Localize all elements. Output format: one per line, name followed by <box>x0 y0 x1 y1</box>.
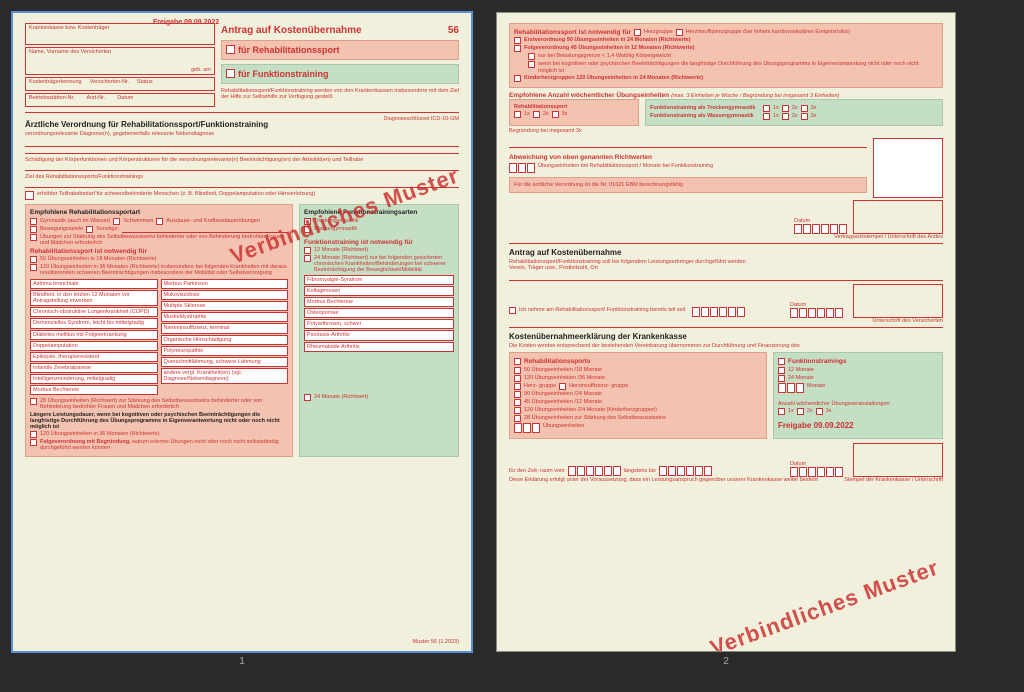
page-2[interactable]: Verbindliches Muster Rehabilitationsspor… <box>496 12 956 652</box>
condition-item: Morbus Bechterew <box>30 385 158 395</box>
condition-item: Intelligenzminderung, mittelgradig <box>30 374 158 384</box>
condition-item: Multiple Sklerose <box>161 301 289 311</box>
icd-label: Diagnoseschlüssel ICD-10-GM <box>384 116 460 137</box>
freigabe-stamp-2: Freigabe 09.09.2022 <box>778 421 938 430</box>
verordnung-title: Ärztliche Verordnung für Rehabilitations… <box>25 120 268 129</box>
label-arzt: Arzt-Nr. <box>87 95 106 105</box>
watermark-icon: Verbindliches Muster <box>707 555 943 652</box>
label-geb: geb. am <box>191 67 211 73</box>
condition-item: Polyneuropathie <box>161 346 289 356</box>
condition-item: andere vergl. Krankheit(en) (vgl. Diagno… <box>161 368 289 384</box>
label-vers-nr: Versicherten-Nr. <box>90 79 129 89</box>
blank-box <box>873 138 943 198</box>
condition-item: Fibromyalgie-Syndrom <box>304 275 454 285</box>
kk-foot: Diese Erklärung erfolgt unter der Voraus… <box>509 477 818 483</box>
signature-krankenkasse[interactable] <box>853 443 943 477</box>
label-datum: Datum <box>117 95 133 105</box>
page-number-2: 2 <box>723 656 729 667</box>
herz-box: Rehabilitationssport ist notwendig für H… <box>509 23 943 88</box>
label-name: Name, Vorname des Versicherten <box>29 49 111 73</box>
page-2-wrapper: Verbindliches Muster Rehabilitationsspor… <box>496 12 956 667</box>
condition-item: Niereninsuffizienz, terminal <box>161 323 289 333</box>
condition-item: Psoriasis-Arthritis <box>304 330 454 340</box>
condition-item: Blindheit, in den letzten 12 Monaten vor… <box>30 290 158 306</box>
form-number: 56 <box>448 25 459 36</box>
opt-reha-sport[interactable]: für Rehabilitationssport <box>221 40 459 60</box>
condition-item: Muskeldystrophie <box>161 312 289 322</box>
funk-box: Empfohlene Funktionstrainingsarten Trock… <box>299 204 459 457</box>
label-status: Status <box>137 79 153 89</box>
condition-item: Morbus Parkinson <box>161 279 289 289</box>
signature-doctor[interactable] <box>853 200 943 234</box>
signature-insured[interactable] <box>853 284 943 318</box>
condition-item: Chronisch-obstruktive Lungenkrankheit (C… <box>30 307 158 317</box>
label-betrieb: Betriebsstätten-Nr. <box>29 95 75 105</box>
antrag-title: Antrag auf Kostenübernahme <box>509 248 943 257</box>
condition-item: Mukoviszidose <box>161 290 289 300</box>
condition-item: Doppelamputation <box>30 341 158 351</box>
kk-title: Kostenübernahmeerklärung der Krankenkass… <box>509 332 943 341</box>
label-krankenkasse: Krankenkasse bzw. Kostenträger <box>29 25 109 43</box>
condition-item: Morbus Bechterew <box>304 297 454 307</box>
condition-item: Kollagenosen <box>304 286 454 296</box>
checkbox-icon[interactable] <box>226 45 235 54</box>
muster-footnote: Muster 56 (1.2023) <box>413 639 459 645</box>
opt-funktionstraining[interactable]: für Funktionstraining <box>221 64 459 84</box>
checkbox-icon[interactable] <box>226 69 235 78</box>
condition-item: Querschnittlähmung, schwere Lähmung <box>161 357 289 367</box>
reha-box-title: Empfohlene Rehabilitationssportart <box>30 209 288 216</box>
kk-funk-col: Funktionstrainings 12 Monate 24 Monate M… <box>773 352 943 438</box>
condition-item: Infantile Zerebralparese <box>30 363 158 373</box>
label-kosten-kenn: Kostenträgerkennung <box>29 79 82 89</box>
condition-item: Asthma bronchiale <box>30 279 158 289</box>
freigabe-stamp: Freigabe 09.09.2022 <box>153 19 219 26</box>
condition-item: Polyarthrosen, schwer <box>304 319 454 329</box>
cb-teilhabe[interactable] <box>25 191 34 200</box>
subtext: Rehabilitationssport/Funktionstraining w… <box>221 88 459 100</box>
condition-item: Organische Hirnschädigung <box>161 335 289 345</box>
langere-dauer: Längere Leistungsdauer, wenn bei kogniti… <box>30 412 288 430</box>
main-title: Antrag auf Kostenübernahme <box>221 25 362 36</box>
ebm-note: Für die ärztliche Verordnung ist die Nr.… <box>509 177 867 193</box>
begr-3x: Begründung bei insgesamt 3x <box>509 128 943 134</box>
condition-item: Rheumatoide Arthritis <box>304 342 454 352</box>
condition-item: Osteoporose <box>304 308 454 318</box>
page-number-1: 1 <box>239 656 245 667</box>
condition-item: Demenzielles Syndrom, leicht bis mittelg… <box>30 318 158 328</box>
teilhabe: erhöhter Teilhabebedarf für schwerstbehi… <box>37 191 315 197</box>
verordnung-sub: verordnungsrelevante Diagnose(n), gegebe… <box>25 131 268 137</box>
page-1[interactable]: Verbindliches Muster Krankenkasse bzw. K… <box>12 12 472 652</box>
condition-item: Epilepsie, therapieresistent <box>30 352 158 362</box>
condition-item: Diabetes mellitus mit Folgeerkrankung <box>30 330 158 340</box>
abweich-title: Abweichung von oben genannten Richtwerte… <box>509 154 867 161</box>
empf-title: Empfohlene Anzahl wöchentlicher Übungsei… <box>509 92 669 99</box>
kk-reha-col: Rehabilitationssports 50 Übungseinheiten… <box>509 352 767 438</box>
page-1-wrapper: Verbindliches Muster Krankenkasse bzw. K… <box>12 12 472 667</box>
